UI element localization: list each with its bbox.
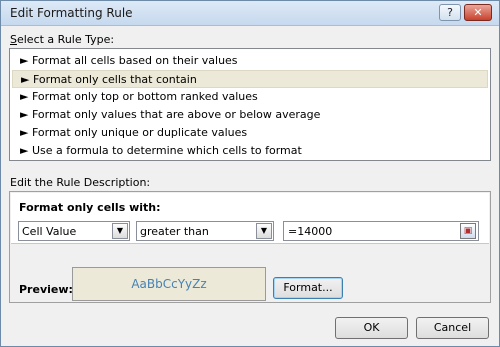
ok-button[interactable]: OK	[335, 317, 408, 339]
condition-type-select[interactable]: Cell Value ▼	[18, 221, 130, 241]
preview-sample: AaBbCcYyZz	[72, 267, 266, 301]
preview-label: Preview:	[19, 283, 73, 296]
rule-type-item-selected[interactable]: ► Format only cells that contain	[12, 70, 488, 88]
triangle-right-icon: ►	[20, 108, 29, 121]
rule-type-item[interactable]: ► Format only unique or duplicate values	[12, 124, 488, 142]
format-button[interactable]: Format...	[273, 277, 343, 299]
close-icon: ✕	[473, 6, 483, 19]
help-button[interactable]: ?	[439, 4, 461, 21]
rule-type-list[interactable]: ► Format all cells based on their values…	[9, 48, 491, 161]
rule-description-panel: Format only cells with: Cell Value ▼ gre…	[9, 191, 491, 303]
chevron-down-icon[interactable]: ▼	[112, 223, 128, 239]
edit-formatting-rule-dialog: Edit Formatting Rule ? ✕ Select a Rule T…	[0, 0, 500, 347]
rule-type-item[interactable]: ► Format only values that are above or b…	[12, 106, 488, 124]
format-only-cells-heading: Format only cells with:	[19, 201, 161, 214]
triangle-right-icon: ►	[21, 73, 30, 86]
operator-value: greater than	[140, 225, 209, 238]
help-icon: ?	[447, 6, 453, 19]
triangle-right-icon: ►	[20, 144, 29, 157]
rule-type-item[interactable]: ► Use a formula to determine which cells…	[12, 142, 488, 160]
value-text: =14000	[288, 225, 333, 238]
window-title: Edit Formatting Rule	[10, 6, 133, 20]
triangle-right-icon: ►	[20, 126, 29, 139]
condition-type-value: Cell Value	[22, 225, 77, 238]
title-bar[interactable]: Edit Formatting Rule ? ✕	[1, 1, 499, 26]
cancel-button[interactable]: Cancel	[416, 317, 489, 339]
triangle-right-icon: ►	[20, 54, 29, 67]
rule-description-label: Edit the Rule Description:	[10, 176, 151, 189]
chevron-down-icon[interactable]: ▼	[256, 223, 272, 239]
condition-area: Format only cells with: Cell Value ▼ gre…	[11, 193, 489, 244]
rule-type-label: Select a Rule Type:	[10, 33, 115, 46]
rule-type-item[interactable]: ► Format only top or bottom ranked value…	[12, 88, 488, 106]
operator-select[interactable]: greater than ▼	[136, 221, 274, 241]
rule-type-item[interactable]: ► Format all cells based on their values	[12, 52, 488, 70]
collapse-dialog-icon[interactable]: ▣	[460, 223, 476, 239]
close-button[interactable]: ✕	[464, 4, 492, 21]
triangle-right-icon: ►	[20, 90, 29, 103]
value-input[interactable]: =14000 ▣	[283, 221, 479, 241]
